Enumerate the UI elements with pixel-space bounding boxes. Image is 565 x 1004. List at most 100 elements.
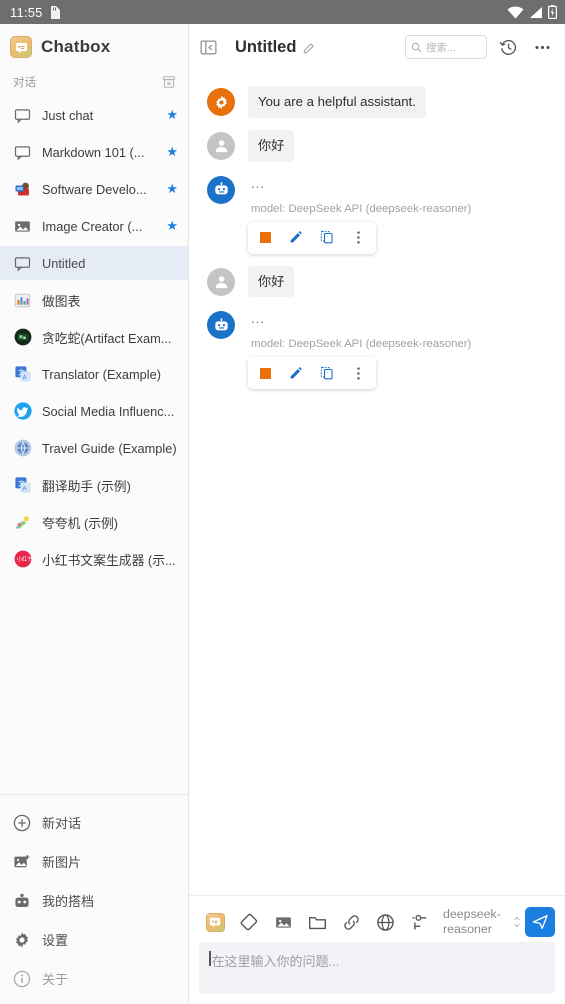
conversation-label: 贪吃蛇(Artifact Exam... xyxy=(42,330,172,346)
sidebar-action-item[interactable]: 设置 xyxy=(0,920,188,959)
more-horizontal-icon[interactable] xyxy=(529,34,555,60)
conversation-item[interactable]: 小红书 小红书文案生成器 (示... xyxy=(0,542,188,576)
star-icon[interactable]: ★ xyxy=(166,218,178,234)
sidebar-action-item[interactable]: 新对话 xyxy=(0,803,188,842)
xiaohongshu-icon: 小红书 xyxy=(13,550,32,569)
sidebar-action-label: 新对话 xyxy=(42,816,82,831)
edit-icon[interactable] xyxy=(281,361,312,385)
conversation-item[interactable]: Software Develo... ★ xyxy=(0,172,188,206)
image-icon[interactable] xyxy=(267,906,299,938)
message-action-toolbar xyxy=(248,221,376,254)
conversation-item[interactable]: 文A Translator (Example) xyxy=(0,357,188,391)
message-body: 你好 xyxy=(248,265,551,298)
battery-charging-icon xyxy=(548,5,557,19)
search-placeholder: 搜索... xyxy=(426,41,456,54)
edit-icon[interactable] xyxy=(281,226,312,250)
status-bar-right xyxy=(507,5,557,19)
snake-avatar-icon xyxy=(13,328,32,347)
archive-clear-icon[interactable] xyxy=(162,75,176,89)
brand: Chatbox xyxy=(0,24,188,70)
message-body: ... model: DeepSeek API (deepseek-reasone… xyxy=(248,309,551,390)
app-root: 11:55 Chatbox 对话 Just chat ★ Markdown 10… xyxy=(0,0,565,1004)
folder-icon[interactable] xyxy=(301,906,333,938)
globe-icon[interactable] xyxy=(369,906,401,938)
chatbox-mini-icon[interactable] xyxy=(199,906,231,938)
chat-bubble-icon xyxy=(13,106,32,125)
composer: deepseek-reasoner 在这里输入你的问题... xyxy=(189,895,565,1004)
conversation-label: 小红书文案生成器 (示... xyxy=(42,552,176,568)
status-bar: 11:55 xyxy=(0,0,565,24)
eraser-icon[interactable] xyxy=(233,906,265,938)
conversation-item[interactable]: Travel Guide (Example) xyxy=(0,431,188,465)
brand-name: Chatbox xyxy=(41,37,111,56)
status-bar-left: 11:55 xyxy=(10,5,60,20)
more-vertical-icon[interactable] xyxy=(343,361,374,385)
message-action-toolbar xyxy=(248,357,376,390)
send-button[interactable] xyxy=(525,907,555,937)
message-body: 你好 xyxy=(248,129,551,162)
star-icon[interactable]: ★ xyxy=(166,107,178,123)
model-name-label: deepseek-reasoner xyxy=(443,906,501,937)
conversation-item[interactable]: 做图表 xyxy=(0,283,188,317)
stop-icon[interactable] xyxy=(250,361,281,385)
message-text: ... xyxy=(251,175,265,191)
svg-text:小红书: 小红书 xyxy=(16,555,31,563)
chat-bubble-icon xyxy=(13,254,32,273)
svg-text:A: A xyxy=(22,487,26,493)
message-system: You are a helpful assistant. xyxy=(189,80,565,124)
sidebar-action-label: 新图片 xyxy=(42,855,82,870)
link-icon[interactable] xyxy=(335,906,367,938)
tune-icon[interactable] xyxy=(403,906,435,938)
message-model-label: model: DeepSeek API (deepseek-reasoner) xyxy=(251,202,472,215)
message-input-placeholder: 在这里输入你的问题... xyxy=(211,954,340,969)
translate-icon: 文A xyxy=(13,365,32,384)
copy-icon[interactable] xyxy=(312,361,343,385)
message-input[interactable]: 在这里输入你的问题... xyxy=(199,942,555,994)
message-model-label: model: DeepSeek API (deepseek-reasoner) xyxy=(251,338,472,351)
chat-bubble-icon xyxy=(13,143,32,162)
star-icon[interactable]: ★ xyxy=(166,144,178,160)
person-avatar-icon xyxy=(207,267,235,296)
sidebar-action-label: 关于 xyxy=(42,972,69,987)
model-selector[interactable]: deepseek-reasoner xyxy=(443,907,523,938)
collapse-sidebar-icon[interactable] xyxy=(189,39,227,56)
wifi-icon xyxy=(507,5,524,19)
body-split: Chatbox 对话 Just chat ★ Markdown 101 (... ★ S… xyxy=(0,24,565,1004)
chevron-updown-icon xyxy=(511,914,523,930)
stop-icon[interactable] xyxy=(250,226,281,250)
star-icon[interactable]: ★ xyxy=(166,181,178,197)
message-body: ... model: DeepSeek API (deepseek-reasone… xyxy=(248,174,551,254)
conversation-item[interactable]: Untitled xyxy=(0,246,188,280)
conversation-label: 翻译助手 (示例) xyxy=(42,478,131,494)
conversation-item[interactable]: Markdown 101 (... ★ xyxy=(0,135,188,169)
conversation-label: Software Develo... xyxy=(42,181,147,197)
conversations-header: 对话 xyxy=(0,70,188,96)
message-body: You are a helpful assistant. xyxy=(248,86,551,118)
new-image-icon xyxy=(13,853,31,871)
conversation-list: Just chat ★ Markdown 101 (... ★ Software Dev… xyxy=(0,96,188,794)
text-caret xyxy=(209,951,211,966)
composer-toolbar: deepseek-reasoner xyxy=(199,902,555,942)
conversation-item[interactable]: 文A 翻译助手 (示例) xyxy=(0,468,188,502)
conversation-item[interactable]: Just chat ★ xyxy=(0,98,188,132)
robot-avatar-icon xyxy=(207,175,235,204)
more-vertical-icon[interactable] xyxy=(343,226,374,250)
sd-card-icon xyxy=(49,5,60,19)
conversation-label: Untitled xyxy=(42,255,86,271)
copy-icon[interactable] xyxy=(312,226,343,250)
conversation-item[interactable]: Social Media Influenc... xyxy=(0,394,188,428)
search-input[interactable]: 搜索... xyxy=(405,35,487,59)
conversation-item[interactable]: Image Creator (... ★ xyxy=(0,209,188,243)
pencil-icon[interactable] xyxy=(303,41,316,54)
sidebar-action-item[interactable]: 关于 xyxy=(0,959,188,998)
sidebar-action-item[interactable]: 新图片 xyxy=(0,842,188,881)
sidebar-action-item[interactable]: 我的搭档 xyxy=(0,881,188,920)
sidebar-action-label: 设置 xyxy=(42,933,69,948)
sidebar-action-label: 我的搭档 xyxy=(42,894,95,909)
conversation-item[interactable]: 贪吃蛇(Artifact Exam... xyxy=(0,320,188,354)
conversation-item[interactable]: 夸夸机 (示例) xyxy=(0,505,188,539)
sidebar: Chatbox 对话 Just chat ★ Markdown 101 (... ★ S… xyxy=(0,24,189,1004)
sidebar-footer: 新对话新图片我的搭档设置关于 xyxy=(0,794,188,1004)
message-user: 你好 xyxy=(189,124,565,168)
history-icon[interactable] xyxy=(495,34,521,60)
